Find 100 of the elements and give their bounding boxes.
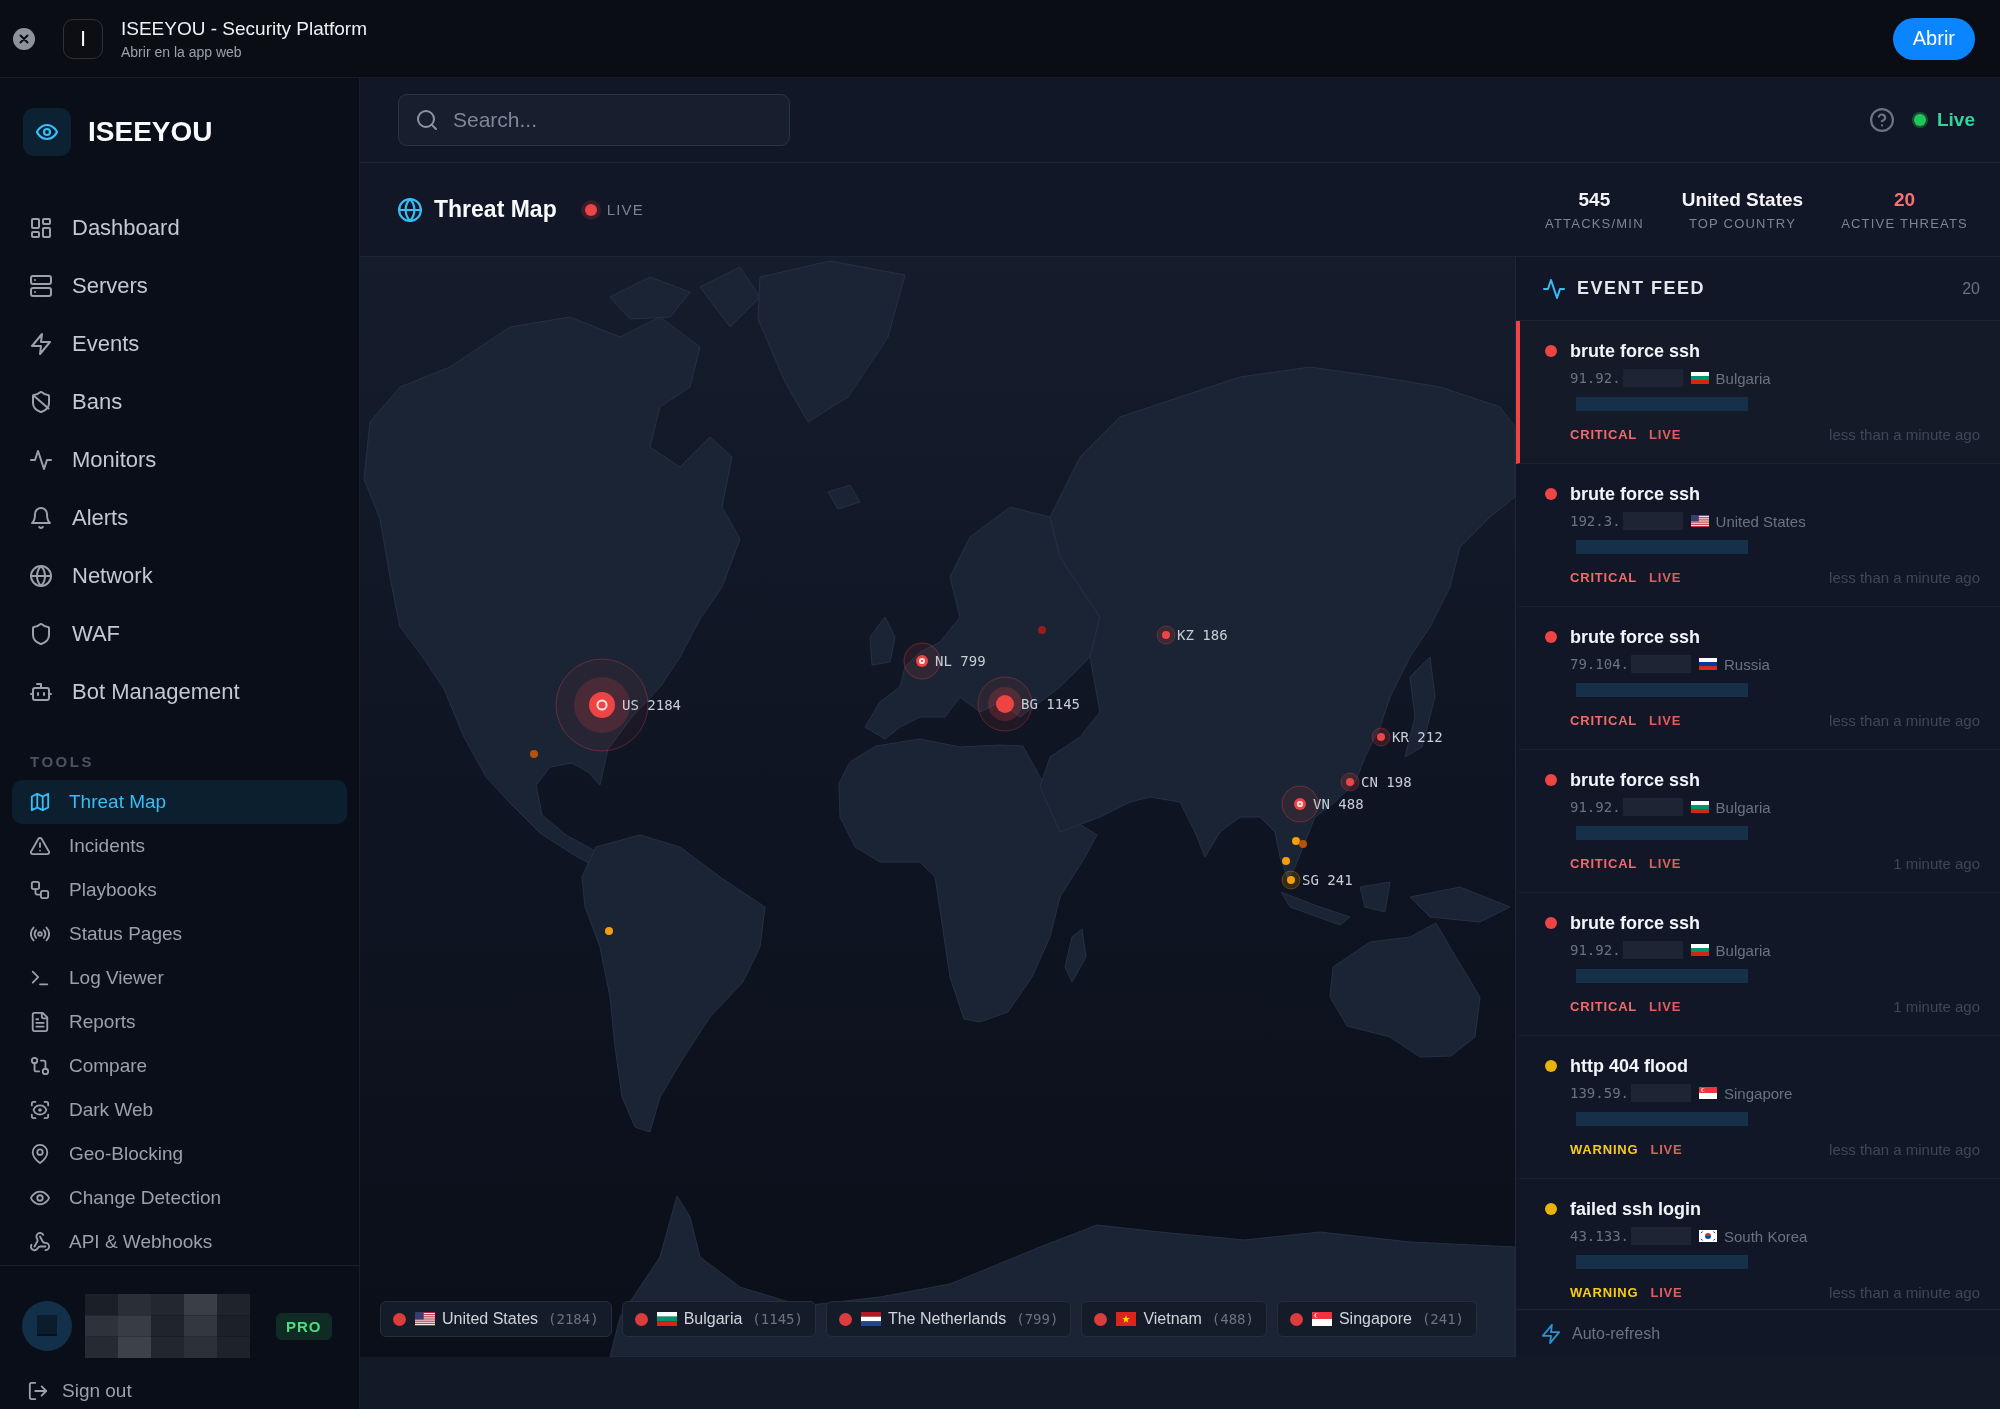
event-title: brute force ssh: [1570, 340, 1702, 363]
nav-item[interactable]: Dashboard: [12, 199, 347, 257]
ip-address: 139.59.: [1570, 1085, 1629, 1101]
island-landmass: [1280, 891, 1351, 926]
search-icon: [416, 109, 438, 131]
nav-item[interactable]: Status Pages: [12, 912, 347, 956]
status-label: Live: [1936, 109, 1975, 131]
american-flag-icon: [1690, 515, 1709, 527]
marker-icon: [554, 657, 650, 753]
severity-label: CRITICAL: [1570, 569, 1638, 585]
severity-dot-icon: [1545, 1060, 1557, 1072]
event-title: failed ssh login: [1570, 1198, 1703, 1221]
legend-country: The Netherlands: [887, 1310, 1007, 1328]
country-name: Bulgaria: [1715, 798, 1771, 816]
severity-label: WARNING: [1570, 1141, 1639, 1157]
nav-item[interactable]: Playbooks: [12, 868, 347, 912]
stat-value: United States: [1681, 188, 1804, 211]
marker-label: SG 241: [1302, 872, 1353, 888]
pulse-icon: [1543, 277, 1565, 300]
legend-dot-icon: [838, 1312, 852, 1326]
nav-item[interactable]: Alerts: [12, 489, 347, 547]
vietnamese-flag-icon: [1116, 1312, 1137, 1326]
severity-dot-icon: [1545, 917, 1557, 929]
marker-icon: [1339, 771, 1361, 793]
nav-item[interactable]: Monitors: [12, 431, 347, 489]
shield-slash-icon: [30, 391, 52, 413]
marker-label: KR 212: [1392, 729, 1443, 745]
country-name: United States: [1715, 512, 1806, 530]
severity-label: CRITICAL: [1570, 855, 1638, 871]
live-tag: LIVE: [1649, 569, 1682, 585]
stat-label: ATTACKS/MIN: [1545, 215, 1644, 231]
nav-item[interactable]: Dark Web: [12, 1088, 347, 1132]
severity-dot-icon: [1545, 774, 1557, 786]
nav-item[interactable]: Servers: [12, 257, 347, 315]
app-logo: I: [63, 18, 103, 59]
south-korean-flag-icon: [1699, 1230, 1717, 1242]
ip-address: 91.92.: [1570, 942, 1621, 958]
legend-count: (488): [1211, 1311, 1254, 1327]
panel-title: EVENT FEED: [1577, 278, 1706, 299]
nav-item[interactable]: API & Webhooks: [12, 1220, 347, 1264]
bell-icon: [30, 507, 52, 529]
severity-label: WARNING: [1570, 1284, 1639, 1300]
sign-out-button[interactable]: Sign out: [22, 1379, 138, 1403]
scan-eye-icon: [30, 1100, 50, 1120]
country-name: Singapore: [1724, 1084, 1793, 1102]
close-icon[interactable]: [13, 27, 35, 50]
nav-item[interactable]: Events: [12, 315, 347, 373]
ip-address: 79.104.: [1570, 656, 1629, 672]
marker-label: CN 198: [1361, 774, 1412, 790]
nav-item[interactable]: Incidents: [12, 824, 347, 868]
country-name: Bulgaria: [1715, 369, 1771, 387]
stat-value: 20: [1894, 188, 1916, 211]
eye-logo-icon: [23, 108, 71, 156]
workflow-icon: [30, 880, 50, 900]
open-button[interactable]: Abrir: [1892, 17, 1975, 60]
marker-label: KZ 186: [1177, 627, 1228, 643]
event-count: 20: [1962, 279, 1980, 298]
event-title: brute force ssh: [1570, 912, 1702, 935]
nav-item[interactable]: Bans: [12, 373, 347, 431]
server-icon: [30, 275, 52, 297]
country-name: Russia: [1724, 655, 1770, 673]
nav-item[interactable]: Network: [12, 547, 347, 605]
globe-icon: [30, 565, 52, 587]
legend-dot-icon: [1289, 1312, 1303, 1326]
ip-address: 91.92.: [1570, 370, 1621, 386]
nav-item[interactable]: Compare: [12, 1044, 347, 1088]
severity-label: CRITICAL: [1570, 998, 1638, 1014]
logout-icon: [28, 1381, 48, 1401]
plan-badge: PRO: [276, 1312, 332, 1340]
nav-item[interactable]: Change Detection: [12, 1176, 347, 1220]
nav-item[interactable]: Threat Map: [12, 780, 347, 824]
nav-item[interactable]: Bot Management: [12, 663, 347, 721]
madagascar-landmass: [1064, 928, 1087, 983]
brand-name: ISEEYOU: [88, 116, 213, 148]
event-title: brute force ssh: [1570, 626, 1702, 649]
nav-item[interactable]: Geo-Blocking: [12, 1132, 347, 1176]
marker-icon: [1155, 624, 1177, 646]
marker-icon: [1280, 869, 1302, 891]
search-field[interactable]: Search...: [398, 94, 790, 146]
american-flag-icon: [415, 1312, 435, 1326]
live-tag: LIVE: [1649, 998, 1682, 1014]
marker-icon: [1370, 726, 1392, 748]
help-icon[interactable]: [1869, 108, 1894, 132]
compare-icon: [30, 1056, 50, 1076]
webhook-icon: [30, 1232, 50, 1252]
severity-dot-icon: [1545, 488, 1557, 500]
eye-icon: [30, 1188, 50, 1208]
bulgarian-flag-icon: [1690, 944, 1709, 956]
section-heading: TOOLS: [30, 752, 94, 772]
arctic-island-landmass: [699, 266, 761, 328]
auto-refresh-label: Auto-refresh: [1572, 1324, 1661, 1343]
nav-item[interactable]: WAF: [12, 605, 347, 663]
event-title: brute force ssh: [1570, 769, 1702, 792]
severity-label: CRITICAL: [1570, 712, 1638, 728]
nav-item[interactable]: Log Viewer: [12, 956, 347, 1000]
iceland-landmass: [827, 484, 861, 510]
live-tag: LIVE: [1650, 1284, 1683, 1300]
legend-count: (2184): [548, 1311, 599, 1327]
nav-item[interactable]: Reports: [12, 1000, 347, 1044]
lightning-icon: [30, 333, 52, 355]
